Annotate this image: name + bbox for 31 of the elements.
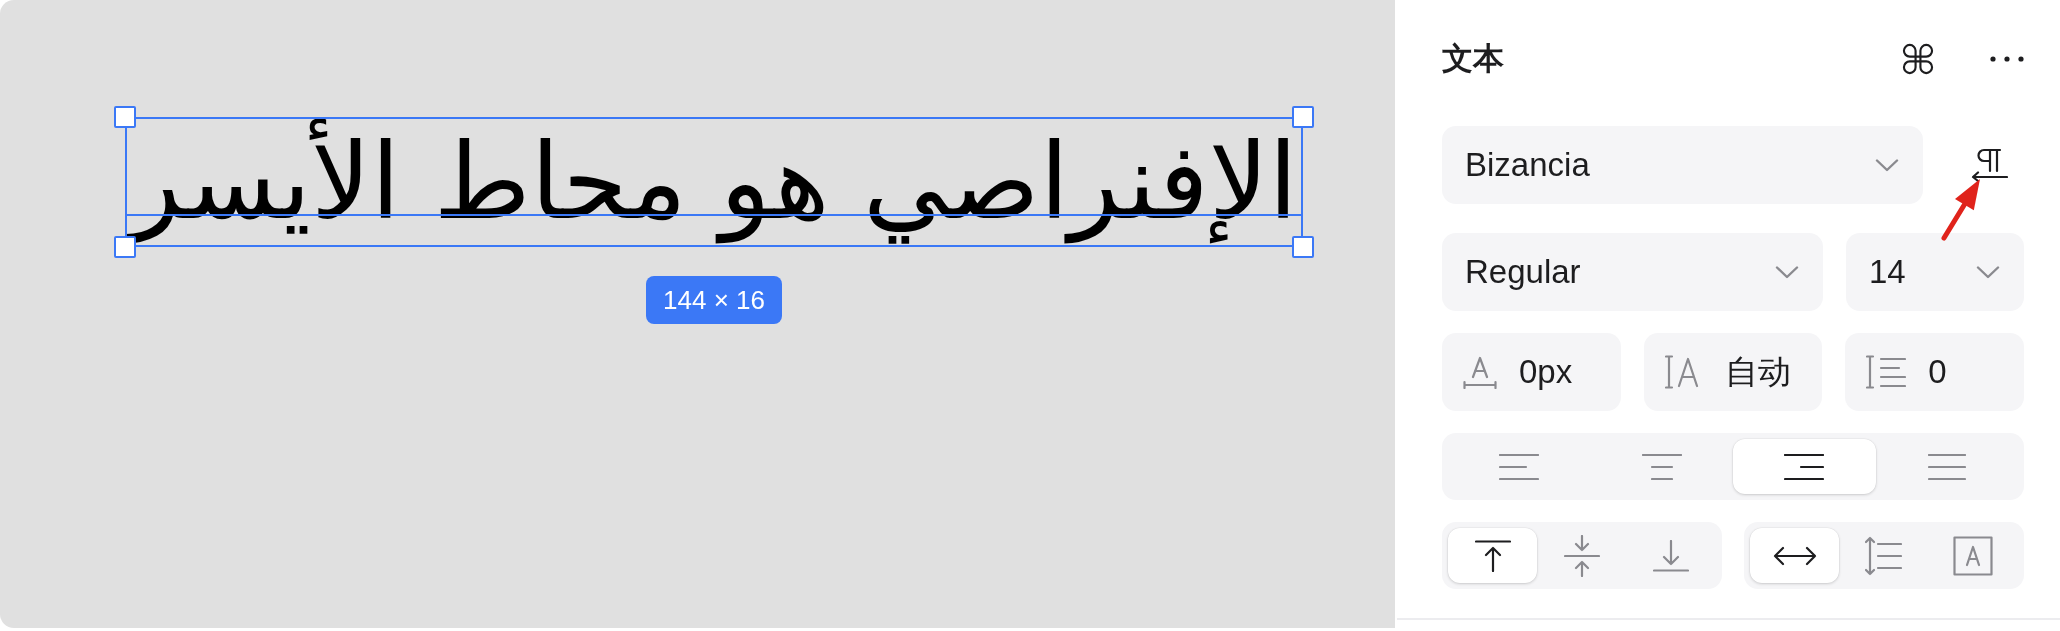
paragraph-spacing-icon xyxy=(1866,355,1907,389)
align-top-button[interactable] xyxy=(1448,528,1538,583)
align-top-icon xyxy=(1474,539,1511,572)
chevron-down-icon xyxy=(1775,265,1799,279)
horizontal-arrows-icon xyxy=(1772,544,1817,567)
align-center-icon xyxy=(1641,453,1682,480)
align-bottom-icon xyxy=(1653,539,1690,572)
align-left-icon xyxy=(1499,453,1540,480)
letter-spacing-field[interactable]: 0px xyxy=(1442,333,1621,411)
chevron-down-icon xyxy=(1875,158,1899,172)
boxed-letter-icon xyxy=(1953,535,1994,576)
vertical-arrows-lines-icon xyxy=(1865,535,1903,576)
more-icon[interactable] xyxy=(1990,56,2024,62)
auto-width-button[interactable] xyxy=(1750,528,1840,583)
paragraph-spacing-field[interactable]: 0 xyxy=(1845,333,2024,411)
align-right-icon xyxy=(1784,453,1825,480)
command-key-icon xyxy=(1902,43,1934,75)
align-justify-icon xyxy=(1927,453,1966,480)
letter-spacing-icon xyxy=(1463,355,1497,389)
panel-title: 文本 xyxy=(1442,40,1504,78)
font-style-dropdown[interactable]: Regular xyxy=(1442,233,1823,311)
font-size-dropdown[interactable]: 14 xyxy=(1846,233,2024,311)
chevron-down-icon xyxy=(1976,265,2000,279)
paragraph-direction-icon[interactable] xyxy=(1970,148,2008,182)
font-family-dropdown[interactable]: Bizancia xyxy=(1442,126,1923,204)
align-right-button[interactable] xyxy=(1733,439,1876,494)
line-height-field[interactable]: 自动 xyxy=(1643,333,1823,411)
resize-handle[interactable] xyxy=(1292,236,1314,258)
resize-handle[interactable] xyxy=(1292,106,1314,128)
align-middle-icon xyxy=(1564,534,1600,577)
size-badge: 144 × 16 xyxy=(646,276,782,324)
